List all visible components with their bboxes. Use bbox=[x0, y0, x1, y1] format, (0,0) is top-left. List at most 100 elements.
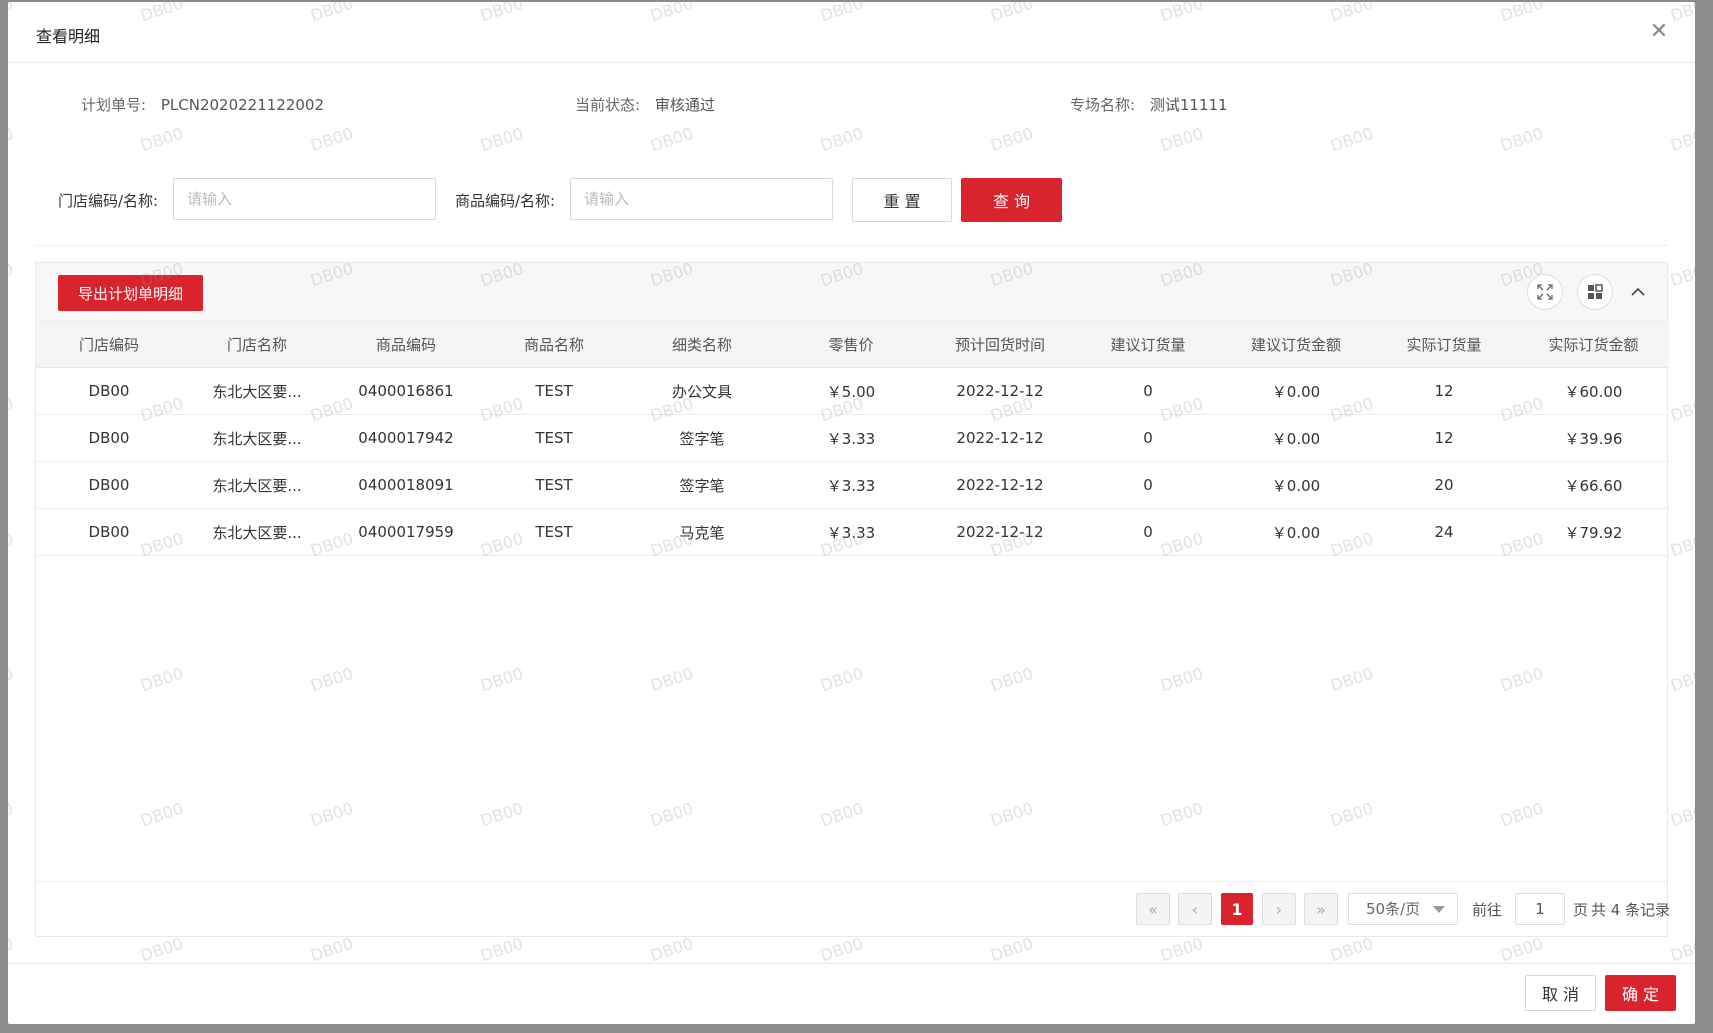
table-cell: ￥66.60 bbox=[1518, 461, 1669, 509]
table-cell: TEST bbox=[480, 461, 628, 509]
chevron-up-icon[interactable] bbox=[1627, 281, 1649, 303]
column-header[interactable]: 预计回货时间 bbox=[926, 322, 1074, 368]
filter-bar: 门店编码/名称: 商品编码/名称: 重 置 查 询 bbox=[8, 178, 1695, 222]
table-cell: 0 bbox=[1074, 461, 1222, 509]
plan-no-value: PLCN2020221122002 bbox=[160, 96, 325, 114]
table-cell: ￥3.33 bbox=[776, 461, 926, 509]
table-cell: ￥3.33 bbox=[776, 414, 926, 462]
column-header[interactable]: 门店编码 bbox=[36, 322, 182, 368]
session-field: 专场名称: 测试11111 bbox=[1070, 94, 1228, 115]
column-header[interactable]: 商品名称 bbox=[480, 322, 628, 368]
table-cell: ￥60.00 bbox=[1518, 367, 1669, 415]
total-count: 共 4 条记录 bbox=[1591, 901, 1671, 919]
table-cell: 20 bbox=[1370, 461, 1518, 509]
column-header[interactable]: 零售价 bbox=[776, 322, 926, 368]
column-header[interactable]: 实际订货金额 bbox=[1518, 322, 1669, 368]
caret-down-icon bbox=[1433, 906, 1445, 913]
table-cell: TEST bbox=[480, 414, 628, 462]
table-cell: 12 bbox=[1370, 414, 1518, 462]
next-page-icon[interactable]: › bbox=[1262, 893, 1296, 925]
table-cell: TEST bbox=[480, 367, 628, 415]
product-filter-input[interactable] bbox=[570, 178, 833, 220]
fullscreen-icon[interactable] bbox=[1527, 274, 1563, 310]
table-cell: ￥0.00 bbox=[1222, 508, 1370, 556]
table-cell: 12 bbox=[1370, 367, 1518, 415]
column-header[interactable]: 实际订货量 bbox=[1370, 322, 1518, 368]
table-cell: 0 bbox=[1074, 508, 1222, 556]
table-cell: 2022-12-12 bbox=[926, 367, 1074, 415]
table-cell: 0 bbox=[1074, 367, 1222, 415]
status-field: 当前状态: 审核通过 bbox=[575, 94, 715, 115]
table-cell: 东北大区要... bbox=[182, 414, 332, 462]
close-icon[interactable]: ✕ bbox=[1647, 20, 1671, 44]
prev-page-icon[interactable]: ‹ bbox=[1178, 893, 1212, 925]
confirm-button[interactable]: 确 定 bbox=[1605, 975, 1676, 1011]
detail-table: 门店编码 门店名称 商品编码 商品名称 细类名称 零售价 预计回货时间 建议订货… bbox=[36, 322, 1669, 556]
table-cell: TEST bbox=[480, 508, 628, 556]
reset-button[interactable]: 重 置 bbox=[852, 178, 952, 222]
table-cell: 24 bbox=[1370, 508, 1518, 556]
page-unit-label: 页 bbox=[1573, 901, 1589, 919]
session-value: 测试11111 bbox=[1149, 96, 1228, 114]
product-filter-label: 商品编码/名称: bbox=[455, 192, 556, 210]
store-filter-input[interactable] bbox=[173, 178, 436, 220]
detail-modal: 查看明细 ✕ 计划单号: PLCN2020221122002 当前状态: 审核通… bbox=[8, 2, 1695, 1024]
table-cell: 0 bbox=[1074, 414, 1222, 462]
session-label: 专场名称: bbox=[1070, 96, 1136, 114]
store-filter-label: 门店编码/名称: bbox=[58, 192, 159, 210]
table-cell: ￥79.92 bbox=[1518, 508, 1669, 556]
status-value: 审核通过 bbox=[654, 96, 715, 114]
first-page-icon[interactable]: « bbox=[1136, 893, 1170, 925]
table-cell: DB00 bbox=[36, 414, 182, 462]
table-cell: 2022-12-12 bbox=[926, 461, 1074, 509]
table-cell: 东北大区要... bbox=[182, 508, 332, 556]
table-cell: ￥0.00 bbox=[1222, 367, 1370, 415]
modal-footer: 取 消 确 定 bbox=[8, 963, 1695, 1024]
column-header[interactable]: 细类名称 bbox=[628, 322, 776, 368]
page-size-value: 50条/页 bbox=[1366, 900, 1421, 918]
table-cell: 办公文具 bbox=[628, 367, 776, 415]
column-header[interactable]: 建议订货金额 bbox=[1222, 322, 1370, 368]
modal-title: 查看明细 bbox=[36, 27, 101, 46]
page-number-current[interactable]: 1 bbox=[1221, 893, 1253, 925]
table-cell: 2022-12-12 bbox=[926, 508, 1074, 556]
detail-table-card: 导出计划单明细 门店编码 门店名称 商品编码 商品名称 细类名称 零售价 预计回… bbox=[35, 262, 1671, 937]
divider bbox=[35, 245, 1668, 246]
column-header[interactable]: 商品编码 bbox=[332, 322, 480, 368]
goto-page-input[interactable] bbox=[1515, 893, 1565, 925]
table-cell: 0400017959 bbox=[332, 508, 480, 556]
table-row[interactable]: DB00 东北大区要... 0400016861 TEST 办公文具 ￥5.00… bbox=[36, 367, 1669, 415]
table-cell: 东北大区要... bbox=[182, 461, 332, 509]
last-page-icon[interactable]: » bbox=[1304, 893, 1338, 925]
query-button[interactable]: 查 询 bbox=[961, 178, 1062, 222]
table-cell: ￥5.00 bbox=[776, 367, 926, 415]
grid-icon[interactable] bbox=[1577, 274, 1613, 310]
table-row[interactable]: DB00 东北大区要... 0400017959 TEST 马克笔 ￥3.33 … bbox=[36, 508, 1669, 556]
table-row[interactable]: DB00 东北大区要... 0400017942 TEST 签字笔 ￥3.33 … bbox=[36, 414, 1669, 462]
column-header[interactable]: 门店名称 bbox=[182, 322, 332, 368]
table-cell: 东北大区要... bbox=[182, 367, 332, 415]
table-cell: DB00 bbox=[36, 461, 182, 509]
page-size-select[interactable]: 50条/页 bbox=[1348, 893, 1458, 925]
table-cell: ￥0.00 bbox=[1222, 414, 1370, 462]
modal-header: 查看明细 ✕ bbox=[8, 2, 1695, 63]
table-cell: 0400016861 bbox=[332, 367, 480, 415]
table-cell: 2022-12-12 bbox=[926, 414, 1074, 462]
table-toolbar: 导出计划单明细 bbox=[36, 263, 1667, 322]
export-button[interactable]: 导出计划单明细 bbox=[58, 275, 203, 311]
pagination: « ‹ 1 › » 50条/页 前往 页 共 4 条记录 bbox=[36, 881, 1671, 936]
table-cell: ￥0.00 bbox=[1222, 461, 1370, 509]
table-cell: ￥3.33 bbox=[776, 508, 926, 556]
cancel-button[interactable]: 取 消 bbox=[1525, 975, 1596, 1011]
status-label: 当前状态: bbox=[575, 96, 641, 114]
table-cell: 签字笔 bbox=[628, 414, 776, 462]
table-cell: 签字笔 bbox=[628, 461, 776, 509]
column-header[interactable]: 建议订货量 bbox=[1074, 322, 1222, 368]
table-cell: 0400017942 bbox=[332, 414, 480, 462]
table-cell: 0400018091 bbox=[332, 461, 480, 509]
goto-label: 前往 bbox=[1472, 901, 1503, 919]
table-row[interactable]: DB00 东北大区要... 0400018091 TEST 签字笔 ￥3.33 … bbox=[36, 461, 1669, 509]
table-cell: ￥39.96 bbox=[1518, 414, 1669, 462]
table-header-row: 门店编码 门店名称 商品编码 商品名称 细类名称 零售价 预计回货时间 建议订货… bbox=[36, 322, 1669, 368]
table-cell: DB00 bbox=[36, 508, 182, 556]
